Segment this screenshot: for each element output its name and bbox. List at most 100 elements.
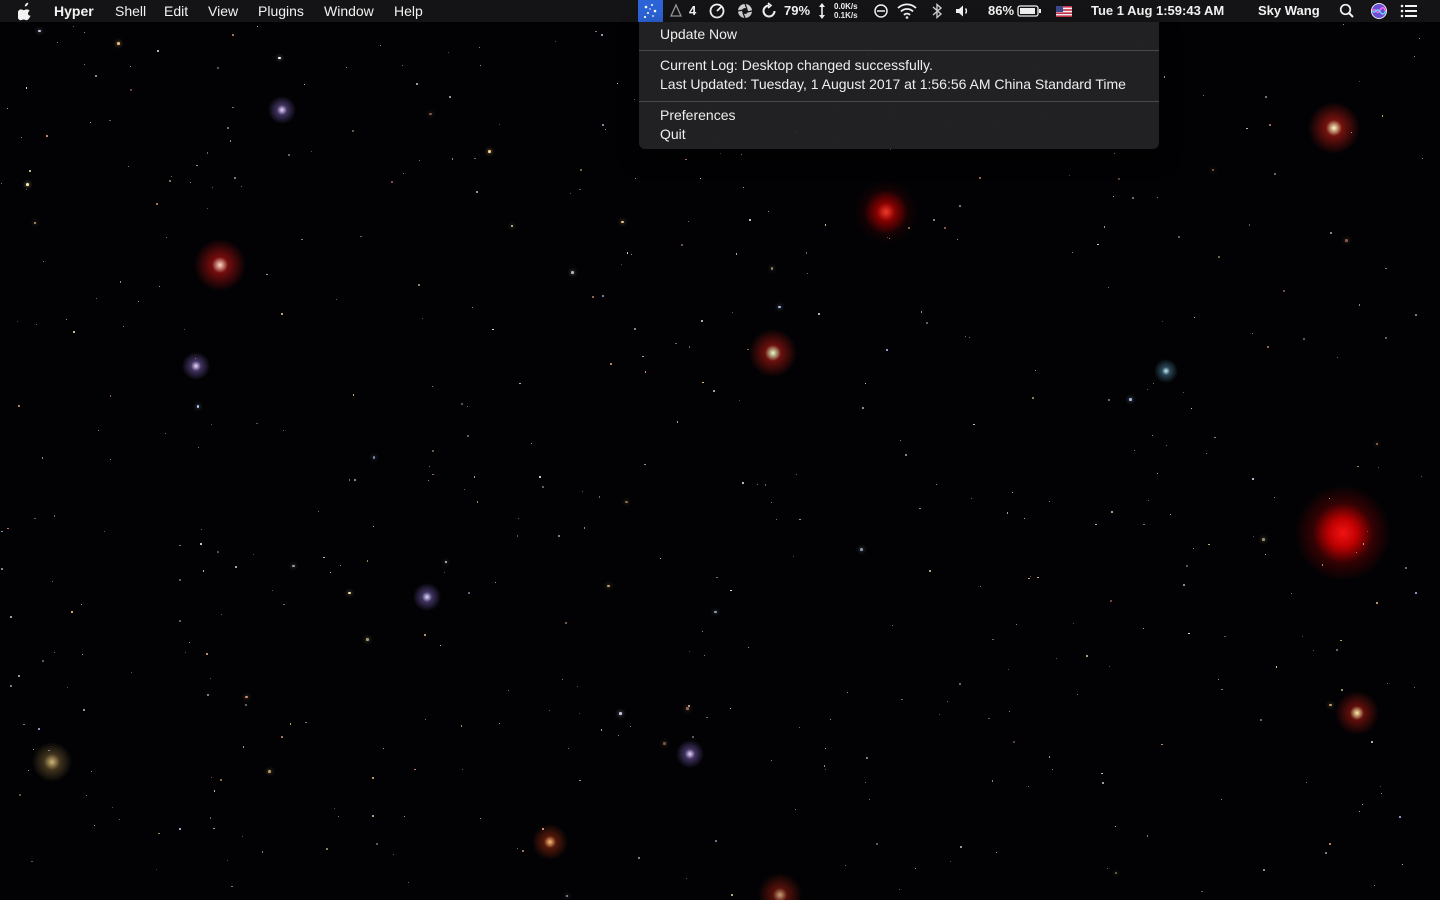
star xyxy=(171,175,173,177)
star xyxy=(210,777,212,779)
star xyxy=(428,480,430,482)
star xyxy=(1146,835,1149,837)
star xyxy=(404,816,406,818)
menu-window[interactable]: Window xyxy=(324,0,374,22)
search-icon[interactable] xyxy=(1338,0,1356,22)
star xyxy=(1252,536,1254,538)
star xyxy=(1246,127,1249,130)
update-now-menu-item[interactable]: Update Now xyxy=(660,25,737,44)
star xyxy=(429,466,431,468)
network-speed[interactable]: 0.0K/s 0.1K/s xyxy=(834,2,868,22)
star xyxy=(217,551,219,554)
star xyxy=(1387,682,1389,684)
status-counter[interactable]: 4 xyxy=(689,0,696,22)
star xyxy=(1205,452,1207,454)
app-menu-hyper[interactable]: Hyper xyxy=(54,0,94,22)
star xyxy=(510,224,514,228)
star xyxy=(1095,523,1098,526)
wallpaper-app-status-item[interactable] xyxy=(638,0,663,22)
apple-icon[interactable] xyxy=(16,0,38,22)
siri-icon[interactable] xyxy=(1370,0,1388,22)
star xyxy=(1193,547,1195,549)
wifi-icon[interactable] xyxy=(896,0,918,22)
star xyxy=(195,358,197,360)
star xyxy=(201,529,203,531)
list-icon[interactable] xyxy=(1399,0,1419,22)
star xyxy=(1375,442,1379,446)
star xyxy=(1157,472,1159,474)
star xyxy=(462,768,464,771)
star xyxy=(601,124,604,127)
star xyxy=(799,727,801,729)
star xyxy=(1107,399,1110,402)
star xyxy=(466,406,468,408)
speaker-icon[interactable] xyxy=(954,0,972,22)
star xyxy=(516,847,518,849)
menu-help[interactable]: Help xyxy=(394,0,423,22)
cpu-percent[interactable]: 79% xyxy=(784,0,810,22)
star xyxy=(127,166,129,168)
star xyxy=(824,223,827,226)
star xyxy=(1114,871,1118,875)
circle-slash-icon[interactable] xyxy=(872,0,890,22)
star xyxy=(226,127,229,130)
star xyxy=(415,83,418,85)
star xyxy=(958,205,961,207)
star xyxy=(337,815,339,817)
star xyxy=(1359,81,1361,83)
star xyxy=(601,729,603,731)
star xyxy=(617,82,619,84)
star xyxy=(56,41,58,43)
star xyxy=(1275,666,1278,668)
star xyxy=(1108,286,1110,288)
triangle-outline-icon[interactable] xyxy=(669,0,683,22)
star xyxy=(633,99,635,101)
star xyxy=(730,589,732,591)
star xyxy=(1330,232,1332,234)
star xyxy=(1027,577,1030,580)
speedometer-icon[interactable] xyxy=(708,0,726,22)
star xyxy=(488,150,491,153)
star xyxy=(122,325,124,328)
menu-view[interactable]: View xyxy=(208,0,238,22)
star xyxy=(256,422,258,424)
star xyxy=(189,181,191,183)
star xyxy=(601,34,603,36)
star xyxy=(205,653,208,655)
bluetooth-icon[interactable] xyxy=(930,0,944,22)
star xyxy=(304,721,307,724)
menu-plugins[interactable]: Plugins xyxy=(258,0,304,22)
star xyxy=(403,172,405,174)
refresh-icon[interactable] xyxy=(760,0,778,22)
star xyxy=(179,579,182,582)
preferences-menu-item[interactable]: Preferences xyxy=(660,106,735,125)
star xyxy=(1218,678,1220,680)
star xyxy=(423,634,426,637)
star xyxy=(579,188,582,191)
menu-edit[interactable]: Edit xyxy=(164,0,188,22)
star xyxy=(748,218,751,221)
battery-percent[interactable]: 86% xyxy=(988,0,1014,22)
user-name[interactable]: Sky Wang xyxy=(1258,0,1320,22)
star xyxy=(179,544,181,546)
star xyxy=(278,56,281,60)
star xyxy=(617,734,620,736)
updown-arrows-icon[interactable] xyxy=(816,0,828,22)
aperture-icon[interactable] xyxy=(736,0,754,22)
battery-icon[interactable] xyxy=(1017,0,1043,22)
clock[interactable]: Tue 1 Aug 1:59:43 AM xyxy=(1091,0,1224,22)
star xyxy=(692,735,694,738)
star xyxy=(569,192,571,194)
quit-menu-item[interactable]: Quit xyxy=(660,125,686,144)
star xyxy=(35,324,37,326)
star xyxy=(45,134,48,137)
star xyxy=(768,210,770,213)
star xyxy=(376,843,378,845)
star xyxy=(794,808,796,811)
us-flag-icon[interactable] xyxy=(1055,0,1073,22)
star xyxy=(865,382,867,384)
menu-shell[interactable]: Shell xyxy=(115,0,146,22)
star xyxy=(334,808,336,810)
star xyxy=(862,407,864,410)
star xyxy=(635,178,637,180)
